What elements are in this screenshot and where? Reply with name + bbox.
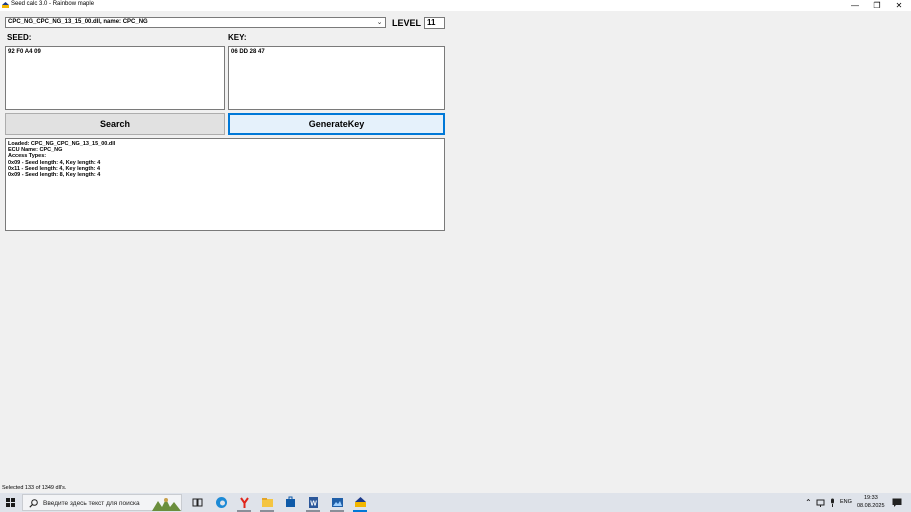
yandex-browser-icon[interactable] [238,496,251,509]
seed-calc-app-icon[interactable] [354,496,367,509]
taskbar: Введите здесь текст для поиска W ⌃ ENG 1… [0,493,911,512]
store-icon[interactable] [284,496,297,509]
log-output[interactable]: Loaded: CPC_NG_CPC_NG_13_15_00.dll ECU N… [5,138,445,231]
tray-chevron-up-icon[interactable]: ⌃ [805,498,812,507]
svg-text:W: W [310,501,317,508]
level-input[interactable]: 11 [424,17,445,29]
seed-label: SEED: [7,33,32,42]
windows-start-icon[interactable] [6,498,15,507]
minimize-button[interactable]: — [844,0,866,11]
microphone-icon[interactable] [828,498,837,507]
file-explorer-icon[interactable] [261,496,274,509]
photos-icon[interactable] [331,496,344,509]
dll-select-value: CPC_NG_CPC_NG_13_15_00.dll, name: CPC_NG [8,19,148,25]
window-title: Seed calc 3.0 - Rainbow maple [11,1,95,7]
status-text: Selected 133 of 1349 dll's. [2,485,67,491]
taskbar-search-placeholder: Введите здесь текст для поиска [43,500,140,507]
clock-date[interactable]: 08.08.2025 [857,503,885,509]
taskbar-search-box[interactable]: Введите здесь текст для поиска [22,494,182,511]
level-label: LEVEL [392,18,422,28]
dll-select[interactable]: CPC_NG_CPC_NG_13_15_00.dll, name: CPC_NG… [5,17,386,28]
seed-field[interactable]: 92 F0 A4 09 [5,46,225,110]
search-icon [29,499,38,508]
log-line: 0x09 - Seed length: 8, Key length: 4 [8,172,101,179]
edge-browser-icon[interactable] [215,496,228,509]
task-view-icon[interactable] [191,496,204,509]
app-window: Seed calc 3.0 - Rainbow maple — ❐ ✕ CPC_… [0,0,911,493]
key-field[interactable]: 06 DD 28 47 [228,46,445,110]
search-highlight-icon [152,498,181,511]
word-icon[interactable]: W [307,496,320,509]
app-logo-icon [2,2,9,8]
generate-key-button[interactable]: GenerateKey [228,113,445,135]
restore-button[interactable]: ❐ [866,0,888,11]
key-label: KEY: [228,33,247,42]
network-icon[interactable] [816,498,825,507]
notifications-icon[interactable] [892,498,902,507]
close-button[interactable]: ✕ [888,0,910,11]
clock-time[interactable]: 19:33 [864,495,878,501]
status-bar: Selected 133 of 1349 dll's. [0,483,911,493]
title-bar[interactable]: Seed calc 3.0 - Rainbow maple — ❐ ✕ [0,0,911,11]
search-button[interactable]: Search [5,113,225,135]
language-indicator[interactable]: ENG [840,499,852,505]
chevron-down-icon[interactable]: ⌄ [375,18,384,27]
